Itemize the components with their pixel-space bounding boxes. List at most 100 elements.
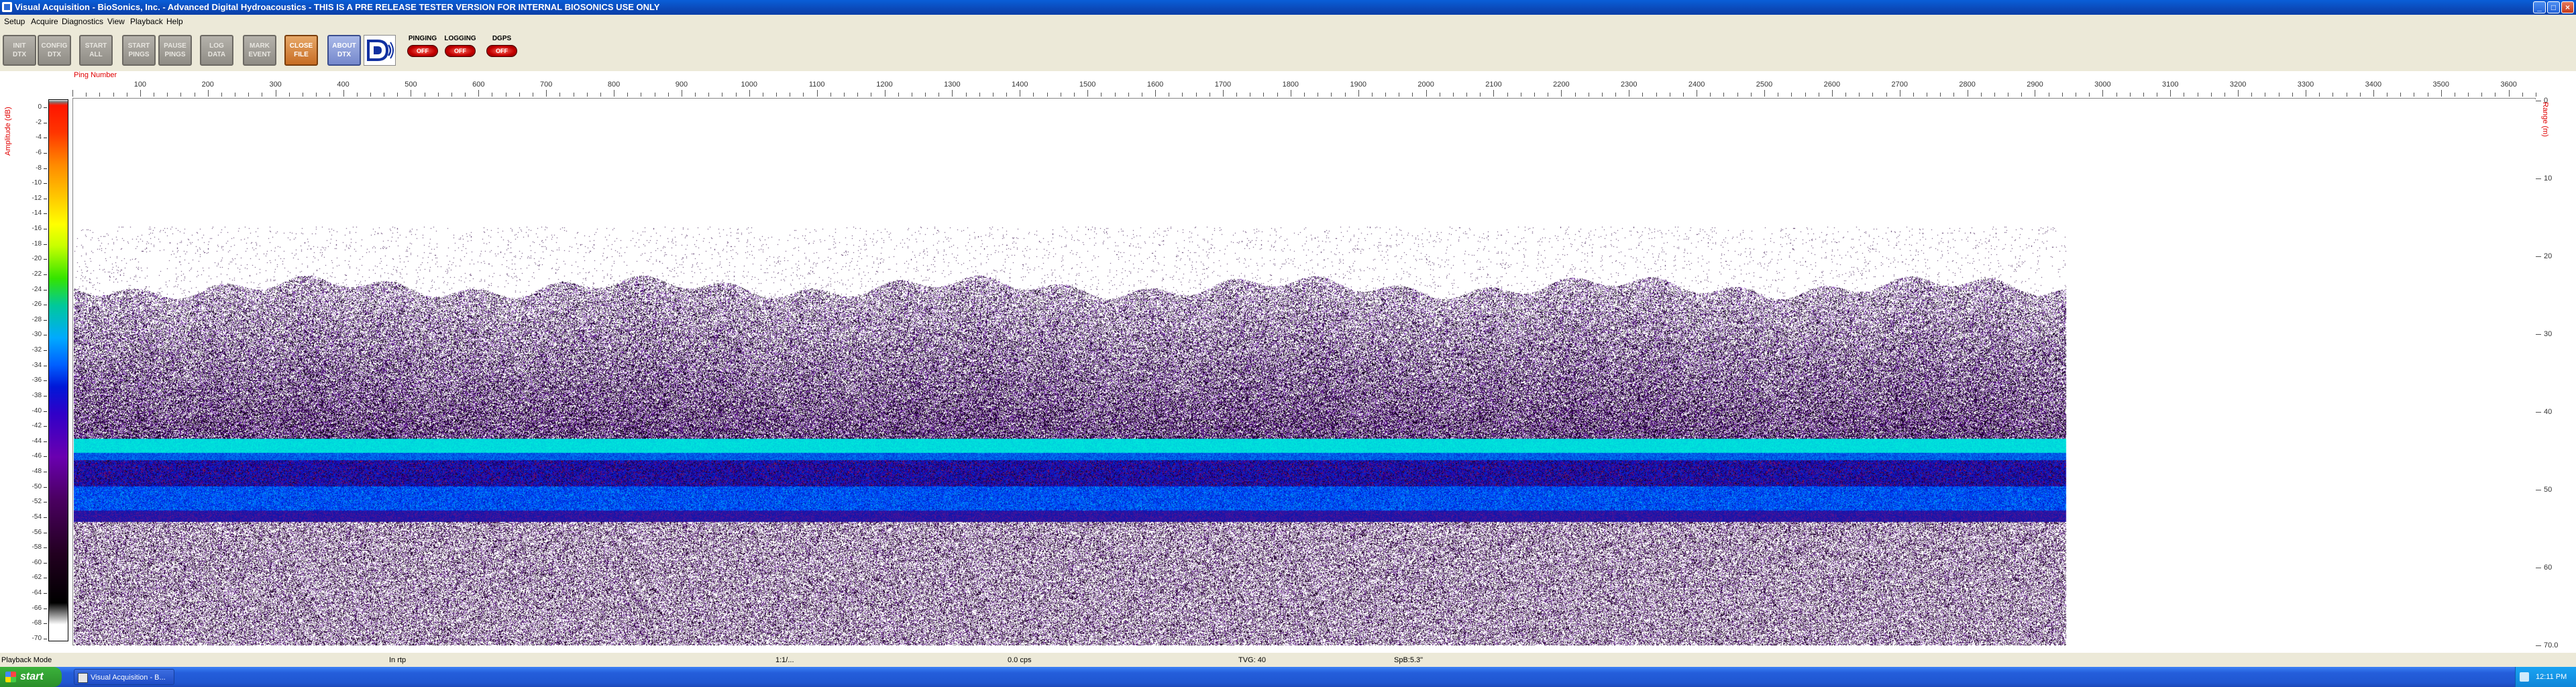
x-tick (1805, 93, 1806, 97)
pause-pings-button[interactable]: PAUSE PINGS (158, 35, 192, 66)
colorbar-tick (44, 486, 47, 488)
x-tick (329, 93, 331, 97)
start-pings-button[interactable]: START PINGS (122, 35, 156, 66)
range-tick-label: 50 (2544, 486, 2553, 494)
range-axis-title: Range (m) (2541, 102, 2549, 137)
x-tick (180, 93, 182, 97)
x-tick-label: 2600 (1823, 81, 1841, 89)
x-tick (1114, 93, 1116, 97)
colorbar-tick-label: -42 (32, 422, 42, 430)
start-all-button[interactable]: START ALL (79, 35, 113, 66)
x-tick (1737, 93, 1738, 97)
range-tick (2536, 412, 2541, 413)
x-tick (2468, 93, 2469, 97)
menu-setup[interactable]: Setup (1, 15, 28, 28)
x-tick (695, 93, 696, 97)
close-button[interactable]: × (2561, 1, 2574, 13)
x-tick (167, 93, 168, 97)
status-field-3: 1:1/... (775, 656, 794, 664)
x-tick (1791, 93, 1792, 97)
logging-indicator: LOGGING OFF (443, 35, 478, 66)
biosonics-logo-icon (364, 35, 396, 66)
x-tick-label: 200 (201, 81, 214, 89)
window-title-bar[interactable]: Visual Acquisition - BioSonics, Inc. - A… (0, 0, 2576, 15)
app-window-icon (78, 673, 88, 683)
init-dtx-label: INIT (13, 42, 26, 50)
x-tick-label: 1100 (808, 81, 825, 89)
echogram-image[interactable] (74, 99, 2536, 645)
app-icon (2, 2, 12, 12)
colorbar-tick-label: -66 (32, 604, 42, 612)
menu-playback[interactable]: Playback (127, 15, 166, 28)
x-tick-label: 1300 (944, 81, 961, 89)
colorbar-tick-label: -28 (32, 315, 42, 323)
config-dtx-label-2: DTX (48, 51, 61, 58)
colorbar-tick-label: -46 (32, 452, 42, 460)
pinging-lamp: OFF (407, 45, 438, 57)
toolbar: INIT DTX CONFIG DTX START ALL START PINGS PA… (0, 28, 2576, 72)
menu-bar: Setup Acquire Diagnostics View Playback … (0, 15, 2576, 28)
x-tick (1534, 93, 1535, 97)
config-dtx-button[interactable]: CONFIG DTX (38, 35, 71, 66)
menu-help[interactable]: Help (164, 15, 186, 28)
echogram-plot[interactable] (72, 98, 2536, 645)
tray-network-icon[interactable] (2520, 672, 2529, 682)
x-tick (1953, 93, 1955, 97)
taskbar-item-visual-acquisition[interactable]: Visual Acquisition - B... (74, 669, 174, 685)
x-tick (1913, 93, 1914, 97)
range-tick-label: 40 (2544, 408, 2553, 416)
minimize-button[interactable]: _ (2533, 1, 2546, 13)
x-tick (952, 90, 953, 97)
mark-event-button[interactable]: MARK EVENT (243, 35, 276, 66)
colorbar-tick-label: -16 (32, 225, 42, 233)
x-tick (1155, 90, 1157, 97)
maximize-button[interactable]: □ (2547, 1, 2560, 13)
x-tick (2292, 93, 2293, 97)
x-tick (99, 93, 101, 97)
colorbar-tick-label: -6 (36, 148, 42, 156)
pinging-indicator: PINGING OFF (405, 35, 440, 66)
x-tick-label: 3400 (2365, 81, 2382, 89)
x-tick (600, 93, 601, 97)
x-tick (1128, 93, 1129, 97)
range-axis: 0 10 20 30 40 50 60 70.0 (2536, 97, 2576, 649)
x-tick (1277, 93, 1278, 97)
log-data-button[interactable]: LOG DATA (200, 35, 233, 66)
menu-diagnostics[interactable]: Diagnostics (59, 15, 106, 28)
window-title: Visual Acquisition - BioSonics, Inc. - A… (15, 2, 660, 12)
x-tick-label: 500 (405, 81, 417, 89)
x-tick (979, 93, 980, 97)
x-tick (2400, 93, 2402, 97)
about-dtx-button[interactable]: ABOUT DTX (327, 35, 361, 66)
init-dtx-button[interactable]: INIT DTX (3, 35, 36, 66)
x-tick (776, 93, 777, 97)
x-tick (2508, 90, 2510, 97)
start-label: start (20, 671, 44, 682)
colorbar-tick-label: -14 (32, 209, 42, 217)
menu-acquire[interactable]: Acquire (28, 15, 61, 28)
close-file-button[interactable]: CLOSE FILE (284, 35, 318, 66)
x-tick (2359, 93, 2361, 97)
x-tick (1601, 93, 1603, 97)
menu-view[interactable]: View (105, 15, 127, 28)
start-button[interactable]: start (0, 667, 62, 687)
x-tick (1750, 93, 1752, 97)
x-tick (559, 93, 561, 97)
range-tick (2536, 334, 2541, 335)
colorbar-tick (44, 426, 47, 427)
x-tick (2170, 90, 2171, 97)
colorbar-tick-label: -62 (32, 574, 42, 582)
range-tick-label: 20 (2544, 252, 2553, 260)
config-dtx-label: CONFIG (41, 42, 68, 50)
colorbar-tick-label: -64 (32, 589, 42, 597)
x-tick (288, 93, 290, 97)
x-tick-label: 2000 (1417, 81, 1434, 89)
pause-pings-label-2: PINGS (164, 51, 186, 58)
x-tick (1033, 93, 1034, 97)
x-tick-label: 1200 (876, 81, 893, 89)
x-tick (86, 93, 87, 97)
status-bar: Playback Mode In rtp 1:1/... 0.0 cps TVG… (0, 652, 2576, 668)
x-tick (708, 93, 710, 97)
range-tick (2536, 178, 2541, 179)
dgps-lamp: OFF (486, 45, 517, 57)
